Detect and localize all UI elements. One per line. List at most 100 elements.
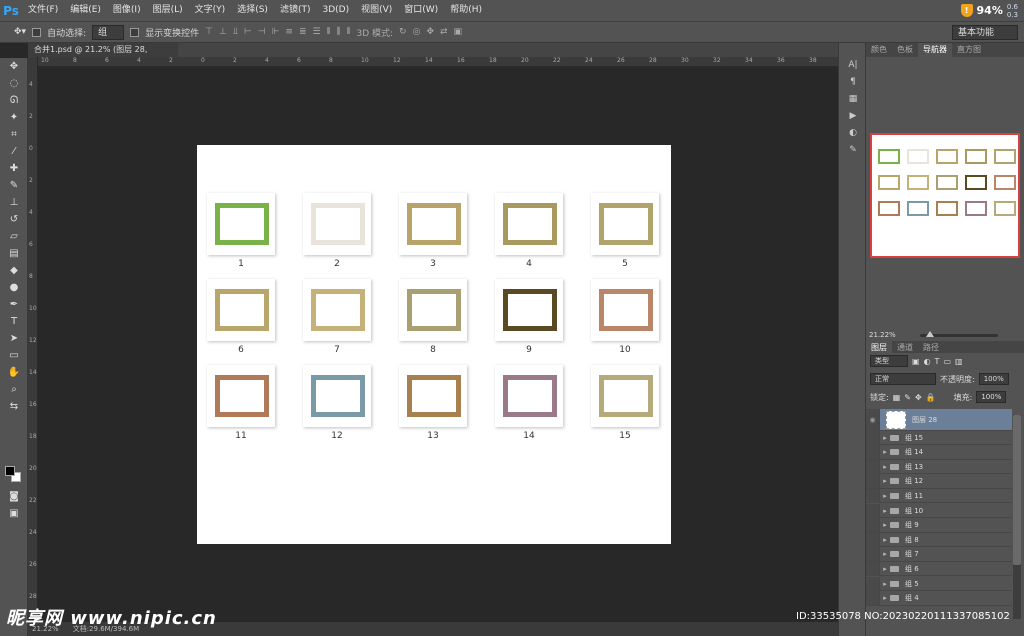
panel-tab[interactable]: 颜色 [866, 43, 892, 57]
frame-thumbnail[interactable] [303, 279, 371, 341]
lock-all-icon[interactable]: 🔒 [926, 393, 936, 402]
expand-arrow-icon[interactable]: ▸ [880, 448, 890, 456]
align-middle-icon[interactable]: ⊥ [219, 27, 227, 37]
align-right-icon[interactable]: ⊩ [272, 27, 280, 37]
filter-image-icon[interactable]: ▣ [912, 357, 920, 366]
character-panel-icon[interactable]: A| [839, 57, 867, 74]
stamp-tool-icon[interactable]: ⊥ [0, 194, 28, 211]
path-select-icon[interactable]: ➤ [0, 330, 28, 347]
opacity-field[interactable]: 100% [978, 373, 1009, 385]
menu-item[interactable]: 编辑(E) [64, 0, 107, 21]
move-tool-icon[interactable]: ✥▾ [14, 27, 26, 37]
frame-thumbnail[interactable] [399, 365, 467, 427]
distribute-right-icon[interactable]: ⫴ [347, 27, 351, 37]
brush-panel-icon[interactable]: ✎ [839, 142, 867, 159]
layer-group-row[interactable]: ▸ 组 7 [866, 547, 1012, 562]
align-bottom-icon[interactable]: ⫫ [233, 27, 238, 37]
swap-colors-icon[interactable]: ⇆ [0, 398, 28, 415]
layer-group-row[interactable]: ▸ 组 14 [866, 445, 1012, 460]
history-brush-icon[interactable]: ↺ [0, 211, 28, 228]
layer-group-row[interactable]: ▸ 组 10 [866, 503, 1012, 518]
expand-arrow-icon[interactable]: ▸ [880, 434, 890, 442]
frame-thumbnail[interactable] [207, 193, 275, 255]
paragraph-panel-icon[interactable]: ¶ [839, 74, 867, 91]
frame-thumbnail[interactable] [495, 193, 563, 255]
eyedropper-icon[interactable]: ⁄ [0, 143, 28, 160]
frame-thumbnail[interactable] [303, 193, 371, 255]
navigator-zoom-slider[interactable] [919, 330, 998, 337]
dodge-tool-icon[interactable]: ● [0, 279, 28, 296]
visibility-toggle[interactable] [866, 518, 880, 533]
menu-item[interactable]: 视图(V) [355, 0, 398, 21]
frame-thumbnail[interactable] [495, 365, 563, 427]
frame-thumbnail[interactable] [495, 279, 563, 341]
auto-select-dropdown[interactable]: 组 [92, 24, 125, 40]
document-tab[interactable]: 合并1.psd @ 21.2% (图层 28, RGB/8) * [28, 43, 178, 68]
foreground-color-swatch[interactable] [5, 466, 15, 476]
align-center-icon[interactable]: ⊣ [258, 27, 266, 37]
menu-item[interactable]: 帮助(H) [444, 0, 488, 21]
show-transform-checkbox[interactable] [130, 27, 140, 37]
visibility-toggle[interactable] [866, 503, 880, 518]
frame-thumbnail[interactable] [591, 365, 659, 427]
adjustments-panel-icon[interactable]: ◐ [839, 125, 867, 142]
workspace-dropdown[interactable]: 基本功能 [952, 25, 1018, 40]
visibility-toggle[interactable] [866, 561, 880, 576]
layer-group-row[interactable]: ▸ 组 5 [866, 576, 1012, 591]
distribute-center-icon[interactable]: ⫼ [337, 27, 341, 37]
layers-tab[interactable]: 图层 [866, 341, 892, 353]
frame-thumbnail[interactable] [399, 279, 467, 341]
filter-shape-icon[interactable]: ▭ [943, 357, 951, 366]
gradient-tool-icon[interactable]: ▤ [0, 245, 28, 262]
lock-paint-icon[interactable]: ✎ [904, 393, 911, 402]
healing-brush-icon[interactable]: ✚ [0, 160, 28, 177]
menu-item[interactable]: 3D(D) [316, 0, 355, 21]
layers-tab[interactable]: 通道 [892, 341, 918, 353]
fill-field[interactable]: 100% [976, 391, 1007, 403]
lock-transparent-icon[interactable]: ▦ [893, 393, 901, 402]
menu-item[interactable]: 文字(Y) [189, 0, 232, 21]
frame-thumbnail[interactable] [399, 193, 467, 255]
3d-pan-icon[interactable]: ✥ [426, 27, 434, 37]
quick-mask-icon[interactable]: ◙ [0, 488, 28, 505]
frame-thumbnail[interactable] [207, 365, 275, 427]
expand-arrow-icon[interactable]: ▸ [880, 536, 890, 544]
frame-thumbnail[interactable] [591, 193, 659, 255]
layer-group-row[interactable]: ▸ 组 4 [866, 591, 1012, 606]
lock-move-icon[interactable]: ✥ [915, 393, 922, 402]
magic-wand-icon[interactable]: ✦ [0, 109, 28, 126]
align-top-icon[interactable]: ⊤ [205, 27, 213, 37]
frame-thumbnail[interactable] [591, 279, 659, 341]
history-panel-icon[interactable]: ▦ [839, 91, 867, 108]
layer-group-row[interactable]: ▸ 组 6 [866, 561, 1012, 577]
brush-tool-icon[interactable]: ✎ [0, 177, 28, 194]
expand-arrow-icon[interactable]: ▸ [880, 594, 890, 602]
blend-mode-dropdown[interactable]: 正常 [870, 373, 936, 385]
menu-item[interactable]: 图像(I) [107, 0, 147, 21]
layer-group-row[interactable]: ▸ 组 13 [866, 459, 1012, 475]
marquee-tool-icon[interactable]: ◌ [0, 75, 28, 92]
pen-tool-icon[interactable]: ✒ [0, 296, 28, 313]
menu-item[interactable]: 滤镜(T) [274, 0, 317, 21]
visibility-toggle[interactable] [866, 532, 880, 547]
navigator-preview[interactable] [870, 133, 1020, 258]
align-left-icon[interactable]: ⊢ [244, 27, 252, 37]
distribute-middle-icon[interactable]: ≣ [299, 27, 307, 37]
distribute-top-icon[interactable]: ≡ [285, 27, 293, 37]
actions-panel-icon[interactable]: ▶ [839, 108, 867, 125]
menu-item[interactable]: 选择(S) [231, 0, 274, 21]
visibility-toggle[interactable] [866, 430, 880, 445]
layers-tab[interactable]: 路径 [918, 341, 944, 353]
document-canvas[interactable]: 1 2 3 4 5 6 7 8 9 10 11 12 13 14 15 [197, 145, 671, 544]
expand-arrow-icon[interactable]: ▸ [880, 477, 890, 485]
lasso-tool-icon[interactable]: ᘏ [0, 92, 28, 109]
expand-arrow-icon[interactable]: ▸ [880, 521, 890, 529]
eye-icon[interactable]: ◉ [866, 408, 880, 431]
menu-item[interactable]: 图层(L) [147, 0, 189, 21]
hand-tool-icon[interactable]: ✋ [0, 364, 28, 381]
expand-arrow-icon[interactable]: ▸ [880, 550, 890, 558]
3d-slide-icon[interactable]: ⇄ [440, 27, 448, 37]
menu-item[interactable]: 文件(F) [22, 0, 64, 21]
visibility-toggle[interactable] [866, 459, 880, 474]
panel-tab[interactable]: 色板 [892, 43, 918, 57]
